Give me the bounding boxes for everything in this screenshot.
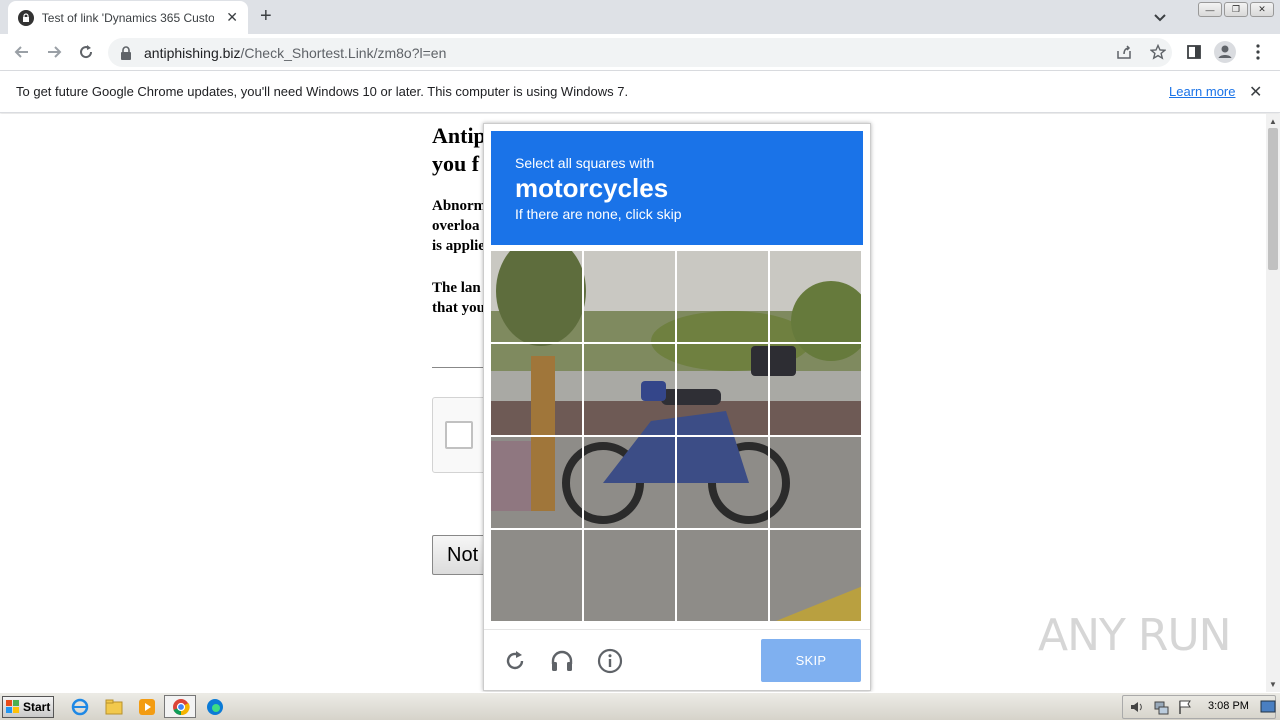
captcha-tile[interactable] [491,251,582,342]
scroll-up-icon[interactable]: ▲ [1269,117,1277,126]
captcha-image-grid [491,251,863,623]
network-icon[interactable] [1153,699,1169,715]
show-desktop-icon[interactable] [1260,700,1276,714]
windows-taskbar: Start 3:08 PM [0,692,1280,720]
side-panel-icon[interactable] [1184,40,1204,64]
captcha-tile-image [677,437,768,528]
captcha-tile[interactable] [770,530,861,621]
captcha-tile-image [770,437,861,528]
forward-icon[interactable] [44,42,64,62]
captcha-tile-image [677,530,768,621]
captcha-tile-image [584,530,675,621]
window-close-button[interactable]: ✕ [1250,2,1274,17]
learn-more-link[interactable]: Learn more [1169,84,1235,99]
captcha-tile[interactable] [770,344,861,435]
captcha-tile[interactable] [584,344,675,435]
bookmark-star-icon[interactable] [1150,44,1166,60]
update-infobar: To get future Google Chrome updates, you… [0,71,1280,113]
url-path: /Check_Shortest.Link/zm8o?l=en [240,44,447,61]
lock-icon [121,45,131,60]
info-icon[interactable] [597,648,623,674]
tab-search-chevron-icon[interactable] [1152,9,1168,25]
browser-tab[interactable]: Test of link 'Dynamics 365 Customer ✕ [8,1,248,34]
captcha-challenge-dialog: Select all squares with motorcycles If t… [483,123,871,691]
captcha-tile-image [584,344,675,435]
captcha-tile[interactable] [770,437,861,528]
edge-icon[interactable] [206,698,224,716]
restore-button[interactable]: ❐ [1224,2,1248,17]
captcha-tile-image [770,251,861,342]
captcha-tile[interactable] [584,251,675,342]
tab-strip: Test of link 'Dynamics 365 Customer ✕ + … [0,0,1280,34]
media-player-icon[interactable] [138,698,156,716]
scroll-down-icon[interactable]: ▼ [1269,680,1277,689]
share-icon[interactable] [1116,44,1132,60]
captcha-tile[interactable] [770,251,861,342]
captcha-tile[interactable] [677,530,768,621]
captcha-tile-image [491,437,582,528]
tab-close-icon[interactable]: ✕ [226,9,238,26]
captcha-tile-image [770,344,861,435]
menu-kebab-icon[interactable] [1250,40,1266,64]
explorer-folder-icon[interactable] [105,698,123,716]
page-scrollbar[interactable]: ▲ ▼ [1266,114,1280,692]
address-bar[interactable]: antiphishing.biz/Check_Shortest.Link/zm8… [108,38,1172,67]
captcha-tile-image [584,437,675,528]
scroll-thumb[interactable] [1268,128,1278,270]
audio-challenge-icon[interactable] [549,648,575,674]
action-center-flag-icon[interactable] [1177,699,1193,715]
captcha-tile[interactable] [491,530,582,621]
captcha-tile[interactable] [677,437,768,528]
captcha-tile-image [491,530,582,621]
captcha-hint: If there are none, click skip [515,206,682,222]
captcha-tile[interactable] [677,344,768,435]
chrome-icon [173,699,190,716]
infobar-close-icon[interactable]: ✕ [1249,82,1262,102]
tab-title: Test of link 'Dynamics 365 Customer [41,10,215,25]
ie-icon[interactable] [71,698,89,716]
clock: 3:08 PM [1208,700,1249,712]
system-tray [1122,695,1276,719]
captcha-tile[interactable] [491,437,582,528]
back-icon[interactable] [12,42,32,62]
captcha-tile-image [584,251,675,342]
browser-toolbar: antiphishing.biz/Check_Shortest.Link/zm8… [0,34,1280,71]
captcha-tile[interactable] [584,437,675,528]
profile-avatar-icon[interactable] [1213,40,1237,64]
volume-icon[interactable] [1129,699,1145,715]
url-host: antiphishing.biz [144,44,241,61]
recaptcha-checkbox[interactable] [445,421,473,449]
infobar-message: To get future Google Chrome updates, you… [16,84,629,99]
captcha-tile-image [677,251,768,342]
window-controls: — ❐ ✕ [1198,2,1274,17]
new-tab-button[interactable]: + [260,6,272,26]
captcha-tile-image [491,251,582,342]
captcha-tile-image [491,344,582,435]
lock-favicon-icon [18,9,34,26]
reload-icon[interactable] [76,42,96,62]
captcha-tile[interactable] [584,530,675,621]
skip-button[interactable]: SKIP [761,639,861,682]
start-button[interactable]: Start [2,696,54,718]
captcha-header: Select all squares with motorcycles If t… [491,131,863,245]
minimize-button[interactable]: — [1198,2,1222,17]
captcha-tile[interactable] [491,344,582,435]
reload-challenge-icon[interactable] [502,648,528,674]
start-label: Start [23,700,51,714]
windows-logo-icon [6,700,19,713]
anyrun-watermark: ANY RUN [1038,610,1232,661]
captcha-footer: SKIP [484,629,870,691]
captcha-target: motorcycles [515,173,669,203]
captcha-tile[interactable] [677,251,768,342]
captcha-instruction: Select all squares with [515,155,655,171]
captcha-tile-image [677,344,768,435]
chrome-taskbar-button[interactable] [164,695,196,718]
captcha-tile-image [770,530,861,621]
